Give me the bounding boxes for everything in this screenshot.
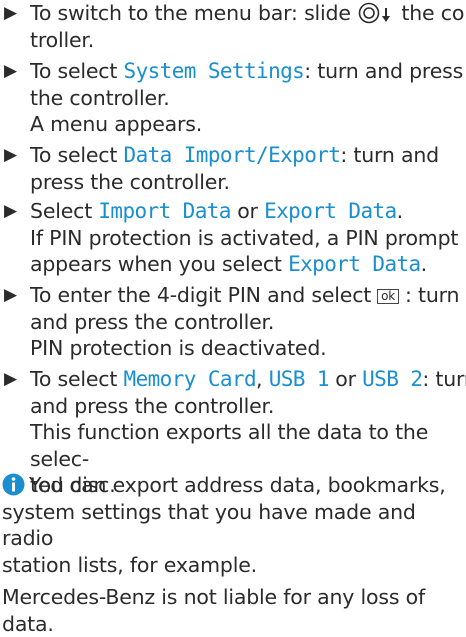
step-5: ▶ To enter the 4-digit PIN and select ok:…: [2, 282, 466, 362]
step-6-sep: ,: [256, 367, 262, 391]
step-4-result1: If PIN protection is activated, a PIN pr…: [30, 225, 466, 252]
bullet-arrow-icon: ▶: [4, 0, 17, 27]
menu-item-export-data-ref: Export Data: [288, 252, 420, 276]
step-5-pre: To enter the 4-digit PIN and select: [30, 283, 371, 307]
menu-item-import-data: Import Data: [98, 199, 230, 223]
bullet-arrow-icon: ▶: [4, 142, 17, 169]
step-6-result1: This function exports all the data to th…: [30, 419, 466, 472]
menu-item-usb-2: USB 2: [362, 367, 422, 391]
step-6-post: : turn: [422, 367, 466, 391]
step-2: ▶ To select System Settings: turn and pr…: [2, 58, 466, 138]
step-3-pre: To select: [30, 143, 117, 167]
step-6-pre: To select: [30, 367, 117, 391]
note-line-2: system settings that you have made and r…: [2, 499, 462, 552]
info-icon: [2, 473, 25, 496]
step-1-line2: troller.: [30, 27, 466, 54]
menu-item-system-settings: System Settings: [124, 59, 305, 83]
step-2-line2: the controller.: [30, 85, 466, 112]
step-5-line2: and press the controller.: [30, 309, 466, 336]
note-line-4: Mercedes-Benz is not liable for any loss…: [2, 584, 462, 611]
step-1: ▶ To switch to the menu bar: slide the c…: [2, 0, 466, 53]
bullet-arrow-icon: ▶: [4, 366, 17, 393]
step-5-post: : turn: [405, 283, 459, 307]
menu-item-data-import-export: Data Import/Export: [124, 143, 341, 167]
controller-icon: [358, 2, 380, 24]
step-3-line2: press the controller.: [30, 169, 466, 196]
step-1-text: To switch to the menu bar: slide: [30, 1, 351, 25]
note-line-5: data.: [2, 611, 462, 637]
bullet-arrow-icon: ▶: [4, 198, 17, 225]
note-line-3: station lists, for example.: [2, 552, 462, 579]
step-4-result2-line: appears when you select Export Data.: [30, 251, 466, 278]
bullet-arrow-icon: ▶: [4, 282, 17, 309]
step-4-result2-post: .: [421, 252, 427, 276]
instruction-page: ▶ To switch to the menu bar: slide the c…: [0, 0, 466, 616]
step-1-post: the con-: [401, 1, 466, 25]
ok-button-symbol: ok: [377, 289, 399, 304]
step-4: ▶ Select Import Data or Export Data. If …: [2, 198, 466, 278]
step-4-pre: Select: [30, 199, 92, 223]
menu-item-memory-card: Memory Card: [124, 367, 256, 391]
step-2-post: : turn and press: [304, 59, 463, 83]
step-4-result2: appears when you select: [30, 252, 282, 276]
step-6-line2: and press the controller.: [30, 393, 466, 420]
menu-item-export-data: Export Data: [264, 199, 396, 223]
step-4-mid: or: [237, 199, 258, 223]
step-5-result: PIN protection is deactivated.: [30, 335, 466, 362]
bullet-arrow-icon: ▶: [4, 58, 17, 85]
step-4-post: .: [397, 199, 403, 223]
step-2-result: A menu appears.: [30, 111, 466, 138]
note-line-1: You can export address data, bookmarks,: [2, 472, 462, 499]
menu-item-usb-1: USB 1: [269, 367, 329, 391]
slide-down-arrow-icon: [381, 7, 391, 23]
step-3-post: : turn and: [340, 143, 439, 167]
step-3: ▶ To select Data Import/Export: turn and…: [2, 142, 466, 195]
info-note: You can export address data, bookmarks, …: [2, 472, 462, 637]
step-2-pre: To select: [30, 59, 117, 83]
step-6-mid: or: [335, 367, 356, 391]
